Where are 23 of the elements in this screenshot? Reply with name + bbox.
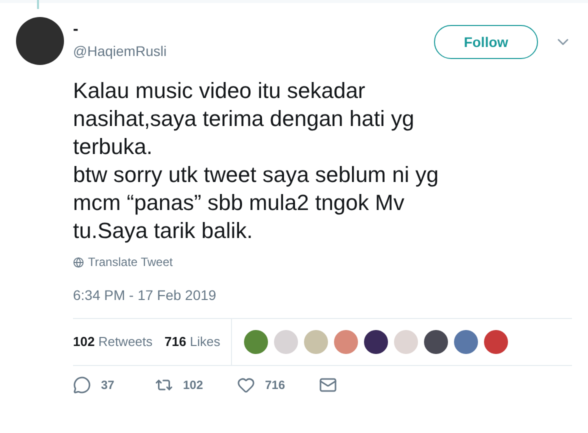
tweet-text-line: terbuka.	[73, 133, 154, 161]
follow-button[interactable]: Follow	[434, 25, 538, 59]
tweet-text-line: btw sorry utk tweet saya seblum ni yg	[73, 161, 440, 189]
tweet-text-line: tu.Saya tarik balik.	[73, 217, 254, 245]
avatar[interactable]	[16, 17, 64, 65]
reply-icon[interactable]	[73, 376, 91, 394]
translate-link[interactable]: Translate Tweet	[88, 253, 173, 271]
globe-icon	[73, 256, 84, 268]
timestamp[interactable]: 6:34 PM - 17 Feb 2019	[73, 285, 588, 306]
like-icon[interactable]	[237, 376, 255, 394]
stat-count[interactable]: 716 Likes	[164, 332, 220, 352]
action-count: 102	[183, 377, 204, 394]
author-name[interactable]: -	[73, 19, 167, 41]
stat-count[interactable]: 102 Retweets	[73, 332, 153, 352]
liker-avatar[interactable]	[424, 330, 448, 354]
tweet-text-line: mcm “panas” sbb mula2 tngok Mv	[73, 189, 406, 217]
liker-avatar[interactable]	[364, 330, 388, 354]
action-count: 716	[265, 377, 286, 394]
tweet-text-line: nasihat,saya terima dengan hati yg	[73, 105, 416, 133]
action-count: 37	[101, 377, 114, 394]
author-handle[interactable]: @HaqiemRusli	[73, 41, 167, 61]
tweet-text-line: Kalau music video itu sekadar	[73, 77, 366, 105]
message-icon[interactable]	[319, 376, 337, 394]
